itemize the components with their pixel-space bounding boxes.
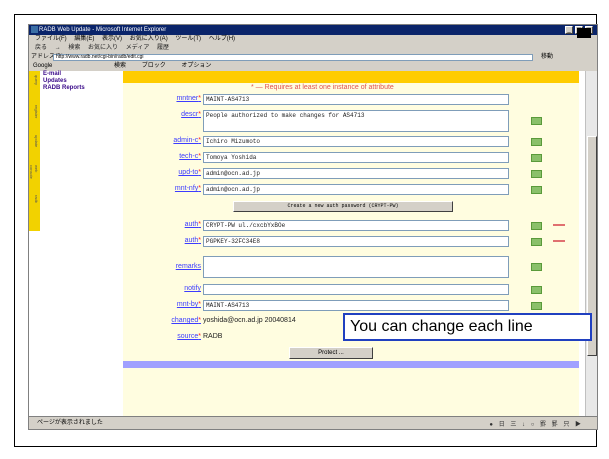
auth-crypt-input[interactable]: CRYPT-PW ul./cxcbYxBOe	[203, 220, 509, 231]
search-toolbar-item[interactable]: 検索	[114, 63, 126, 69]
block-toolbar-item[interactable]: ブロック	[142, 63, 166, 69]
add-auth-icon[interactable]	[531, 238, 542, 246]
options-toolbar-item[interactable]: オプション	[181, 63, 211, 69]
row-remarks: remarks	[123, 255, 579, 279]
menu-bar: ファイル(F) 編集(E) 表示(V) お気に入り(A) ツール(T) ヘルプ(…	[29, 35, 597, 44]
page-content: query register update web console radb E…	[29, 71, 597, 416]
field-label[interactable]: source*	[177, 333, 201, 340]
title-bar: RADB Web Update - Microsoft Internet Exp…	[29, 25, 597, 35]
field-label[interactable]: auth*	[185, 237, 201, 244]
row-tech-c: tech-c* Tomoya Yoshida	[123, 151, 579, 164]
tech-c-input[interactable]: Tomoya Yoshida	[203, 152, 509, 163]
menu-view[interactable]: 表示(V)	[102, 36, 122, 42]
field-label[interactable]: tech-c*	[179, 153, 201, 160]
links-bar: Google 検索 ブロック オプション	[29, 62, 597, 71]
mntner-form: * — Requires at least one instance of at…	[123, 71, 579, 416]
mnt-nfy-input[interactable]: admin@ocn.ad.jp	[203, 184, 509, 195]
window-title: RADB Web Update - Microsoft Internet Exp…	[39, 27, 167, 33]
minimize-button[interactable]: _	[565, 26, 573, 34]
remarks-textarea[interactable]	[203, 256, 509, 278]
google-toolbar-item[interactable]: Google	[33, 63, 52, 69]
address-bar: アドレス(D) http://www.radb.net/cgi-bin/radb…	[29, 53, 597, 62]
descr-textarea[interactable]: People authorized to make changes for AS…	[203, 110, 509, 132]
row-admin-c: admin-c* Ichiro Mizumoto	[123, 135, 579, 148]
add-descr-icon[interactable]	[531, 117, 542, 125]
sidebar-tab-radb[interactable]: radb	[30, 195, 39, 211]
menu-help[interactable]: ヘルプ(H)	[209, 36, 235, 42]
add-upd-to-icon[interactable]	[531, 170, 542, 178]
row-descr: descr* People authorized to make changes…	[123, 109, 579, 133]
system-tray-icons: ● 日 三 ↓ ○ 罫 罫 只 ▶	[489, 422, 583, 428]
sidebar-item-radb-reports[interactable]: RADB Reports	[43, 85, 85, 92]
add-admin-c-icon[interactable]	[531, 138, 542, 146]
form-header-band	[123, 71, 579, 83]
annotation-callout: You can change each line	[343, 313, 592, 341]
remove-auth-icon[interactable]	[553, 224, 565, 226]
notify-input[interactable]	[203, 284, 509, 295]
menu-edit[interactable]: 編集(E)	[74, 36, 94, 42]
field-label[interactable]: mntner*	[176, 95, 201, 102]
row-mntner: mntner* MAINT-AS4713	[123, 93, 579, 106]
vertical-scrollbar[interactable]	[585, 71, 597, 416]
search-button[interactable]: 検索	[68, 45, 80, 51]
row-auth-2: auth* PGPKEY-32FC34E8	[123, 235, 579, 248]
history-button[interactable]: 履歴	[157, 45, 169, 51]
menu-favorites[interactable]: お気に入り(A)	[130, 36, 168, 42]
mnt-by-input[interactable]: MAINT-AS4713	[203, 300, 509, 311]
status-bar: ページが表示されました ● 日 三 ↓ ○ 罫 罫 只 ▶	[29, 416, 597, 429]
sidebar-item-email-updates[interactable]: E-mail Updates	[43, 71, 77, 85]
row-notify: notify	[123, 283, 579, 296]
field-label[interactable]: mnt-nfy*	[175, 185, 201, 192]
add-mnt-by-icon[interactable]	[531, 302, 542, 310]
auth-pgpkey-input[interactable]: PGPKEY-32FC34E8	[203, 236, 509, 247]
add-auth-icon[interactable]	[531, 222, 542, 230]
upd-to-input[interactable]: admin@ocn.ad.jp	[203, 168, 509, 179]
protect-button[interactable]: Protect ...	[289, 347, 373, 359]
sidebar-tab-web-console[interactable]: web console	[29, 165, 39, 181]
mntner-input[interactable]: MAINT-AS4713	[203, 94, 509, 105]
source-value: RADB	[203, 333, 223, 340]
ie-icon	[31, 26, 38, 33]
field-label[interactable]: notify	[184, 285, 201, 292]
sidebar: query register update web console radb E…	[29, 71, 123, 416]
media-button[interactable]: メディア	[126, 45, 150, 51]
add-tech-c-icon[interactable]	[531, 154, 542, 162]
field-label[interactable]: auth*	[185, 221, 201, 228]
row-upd-to: upd-to* admin@ocn.ad.jp	[123, 167, 579, 180]
go-button[interactable]: 移動	[541, 53, 553, 62]
back-button[interactable]: 戻る	[35, 45, 47, 51]
address-input[interactable]: http://www.radb.net/cgi-bin/radb/edit.cg…	[53, 54, 533, 61]
sidebar-tab-register[interactable]: register	[30, 105, 39, 121]
row-mnt-nfy: mnt-nfy* admin@ocn.ad.jp	[123, 183, 579, 196]
sidebar-tab-strip: query register update web console radb	[29, 71, 40, 231]
browser-window: RADB Web Update - Microsoft Internet Exp…	[28, 24, 598, 430]
field-label[interactable]: admin-c*	[173, 137, 201, 144]
changed-value: yoshida@ocn.ad.jp 20040814	[203, 317, 296, 324]
add-remarks-icon[interactable]	[531, 263, 542, 271]
sidebar-tab-update[interactable]: update	[30, 135, 39, 151]
form-footer-band	[123, 361, 579, 368]
add-mnt-nfy-icon[interactable]	[531, 186, 542, 194]
field-label[interactable]: mnt-by*	[177, 301, 201, 308]
windows-logo-icon	[577, 28, 591, 38]
add-notify-icon[interactable]	[531, 286, 542, 294]
sidebar-links: E-mail Updates RADB Reports	[43, 71, 85, 92]
admin-c-input[interactable]: Ichiro Mizumoto	[203, 136, 509, 147]
menu-file[interactable]: ファイル(F)	[35, 36, 67, 42]
create-auth-password-button[interactable]: Create a new auth password (CRYPT-PW)	[233, 201, 453, 212]
field-label[interactable]: descr*	[181, 111, 201, 118]
sidebar-tab-query[interactable]: query	[30, 75, 39, 91]
field-label[interactable]: upd-to*	[178, 169, 201, 176]
field-label[interactable]: changed*	[171, 317, 201, 324]
row-auth-1: auth* CRYPT-PW ul./cxcbYxBOe	[123, 219, 579, 232]
row-mnt-by: mnt-by* MAINT-AS4713	[123, 299, 579, 312]
remove-auth-icon[interactable]	[553, 240, 565, 242]
required-legend: * — Requires at least one instance of at…	[251, 84, 394, 91]
toolbar: 戻る → 検索 お気に入り メディア 履歴	[29, 44, 597, 53]
status-text: ページが表示されました	[37, 420, 103, 426]
field-label[interactable]: remarks	[176, 263, 201, 270]
menu-tools[interactable]: ツール(T)	[175, 36, 201, 42]
forward-button[interactable]: →	[55, 45, 61, 51]
favorites-button[interactable]: お気に入り	[88, 45, 118, 51]
